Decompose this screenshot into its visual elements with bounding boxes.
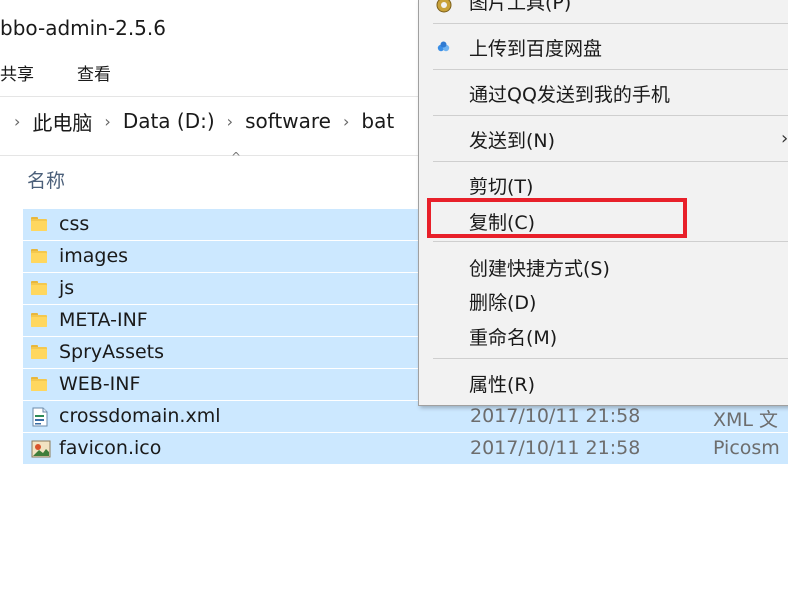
- menu-separator: [433, 241, 788, 242]
- menu-separator: [433, 161, 788, 162]
- file-name: favicon.ico: [59, 437, 162, 459]
- folder-icon: [31, 313, 49, 331]
- image-file-icon: [31, 439, 51, 458]
- folder-icon: [31, 281, 49, 299]
- menu-item-delete[interactable]: 删除(D): [469, 288, 536, 315]
- file-type: XML 文: [713, 409, 779, 431]
- file-date: 2017/10/11 21:58: [470, 437, 641, 459]
- menu-separator: [433, 69, 788, 70]
- folder-icon: [31, 217, 49, 235]
- ribbon-tab-share[interactable]: 共享: [0, 60, 34, 85]
- breadcrumb-software[interactable]: software: [245, 109, 331, 133]
- chevron-right-icon[interactable]: ›: [343, 112, 349, 131]
- file-name: images: [59, 245, 129, 267]
- file-type: Picosm: [713, 437, 780, 459]
- menu-separator: [433, 23, 788, 24]
- file-name: css: [59, 213, 90, 235]
- menu-item-send-to[interactable]: 发送到(N): [469, 126, 555, 153]
- file-name: js: [59, 277, 75, 299]
- gear-icon: [433, 0, 455, 16]
- menu-item-send-qq[interactable]: 通过QQ发送到我的手机: [469, 80, 670, 107]
- menu-item-properties[interactable]: 属性(R): [469, 370, 535, 397]
- ribbon-divider: [0, 96, 420, 97]
- address-divider: [0, 155, 420, 156]
- ribbon-tab-view[interactable]: 查看: [77, 60, 111, 85]
- folder-icon: [31, 345, 49, 363]
- list-item[interactable]: favicon.ico 2017/10/11 21:58 Picosm: [23, 433, 788, 464]
- menu-item-upload-baidu[interactable]: 上传到百度网盘: [469, 34, 602, 61]
- breadcrumb-bat[interactable]: bat: [361, 109, 394, 133]
- chevron-right-icon[interactable]: ›: [14, 112, 20, 131]
- file-name: SpryAssets: [59, 341, 165, 363]
- menu-separator: [433, 358, 788, 359]
- copy-highlight-box: [427, 198, 687, 238]
- menu-item-rename[interactable]: 重命名(M): [469, 323, 557, 350]
- folder-icon: [31, 249, 49, 267]
- menu-item-copy[interactable]: 复制(C): [469, 208, 535, 235]
- folder-icon: [31, 377, 49, 395]
- xml-file-icon: [31, 407, 49, 427]
- breadcrumb-data-drive[interactable]: Data (D:): [123, 109, 215, 133]
- column-header-name[interactable]: 名称: [27, 166, 65, 193]
- file-name: META-INF: [59, 309, 148, 331]
- baidu-cloud-icon: [433, 36, 455, 58]
- window-title: bbo-admin-2.5.6: [0, 16, 166, 40]
- file-name: WEB-INF: [59, 373, 141, 395]
- chevron-right-icon[interactable]: ›: [104, 112, 110, 131]
- file-date: 2017/10/11 21:58: [470, 405, 641, 427]
- menu-item-image-tool[interactable]: 图片工具(P): [469, 0, 571, 15]
- file-name: crossdomain.xml: [59, 405, 221, 427]
- sort-ascending-icon: ^: [231, 150, 242, 164]
- menu-item-cut[interactable]: 剪切(T): [469, 172, 533, 199]
- context-menu: 图片工具(P) 上传到百度网盘 通过QQ发送到我的手机 发送到(N) › 剪切(…: [418, 0, 788, 406]
- menu-item-create-shortcut[interactable]: 创建快捷方式(S): [469, 254, 610, 281]
- chevron-right-icon[interactable]: ›: [227, 112, 233, 131]
- breadcrumb-this-pc[interactable]: 此电脑: [32, 107, 92, 136]
- address-bar[interactable]: › 此电脑 › Data (D:) › software › bat: [0, 107, 394, 135]
- submenu-arrow-icon: ›: [781, 128, 788, 149]
- menu-separator: [433, 115, 788, 116]
